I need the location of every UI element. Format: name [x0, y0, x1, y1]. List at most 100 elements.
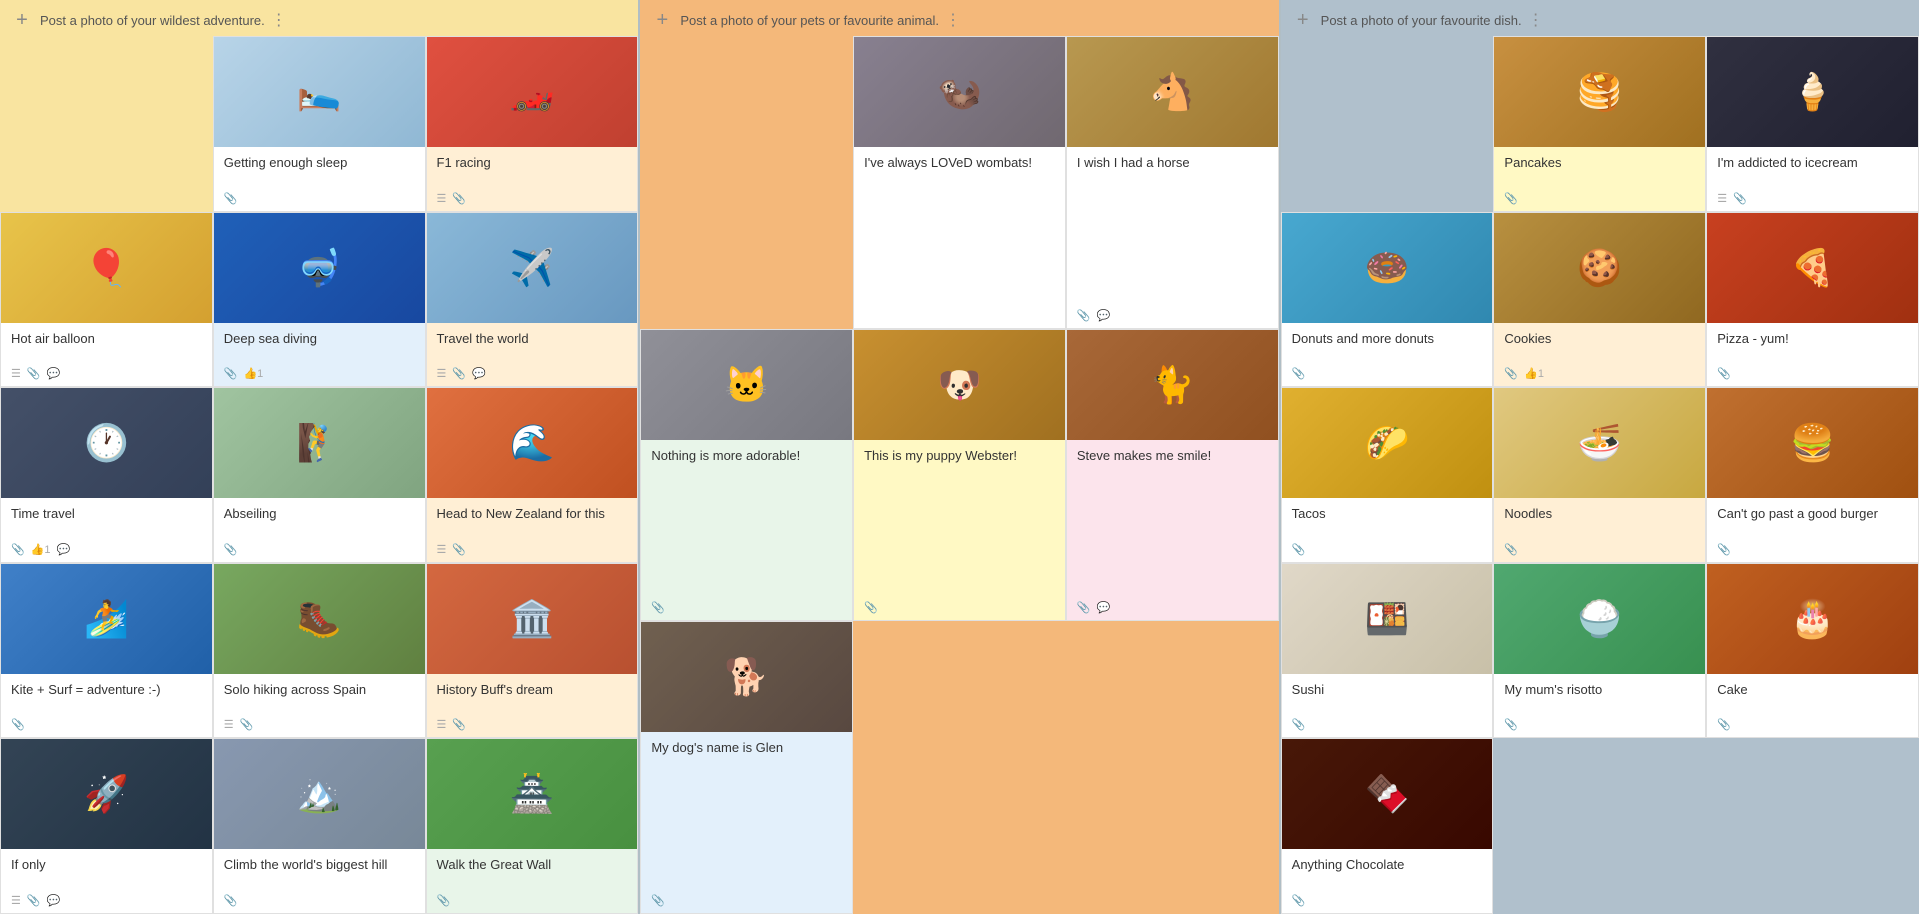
meta-icon[interactable]: ☰ [1717, 192, 1727, 205]
meta-icon[interactable]: 📎 [651, 894, 665, 907]
meta-icon[interactable]: 📎 [1717, 543, 1731, 556]
meta-icon[interactable]: 📎 [224, 367, 238, 380]
meta-icon[interactable]: 📎 [1504, 543, 1518, 556]
card[interactable]: 🎂Cake📎 [1706, 563, 1919, 739]
meta-icon[interactable]: 📎 [864, 601, 878, 614]
card[interactable]: 🏄Kite + Surf = adventure :-)📎 [0, 563, 213, 739]
card[interactable]: 🎈Hot air balloon☰📎💬 [0, 212, 213, 388]
card[interactable] [853, 621, 1066, 914]
meta-icon[interactable]: 📎 [452, 367, 466, 380]
meta-icon[interactable]: 📎 [11, 543, 25, 556]
card-meta: 📎 [1717, 543, 1908, 556]
meta-icon[interactable]: 📎 [1504, 718, 1518, 731]
card[interactable]: 🥞Pancakes📎 [1493, 36, 1706, 212]
card[interactable]: 🚀If only☰📎💬 [0, 738, 213, 914]
card[interactable]: 🛌Getting enough sleep📎 [213, 36, 426, 212]
meta-icon[interactable]: 📎 [1292, 894, 1306, 907]
card[interactable]: 🦦I've always LOVeD wombats! [853, 36, 1066, 329]
card[interactable]: 🤿Deep sea diving📎👍1 [213, 212, 426, 388]
meta-icon[interactable]: 💬 [47, 367, 61, 380]
meta-icon[interactable]: 📎 [1077, 601, 1091, 614]
meta-icon[interactable]: 💬 [57, 543, 71, 556]
card-meta: 📎 👍1 💬 [11, 543, 202, 556]
meta-icon[interactable]: 👍1 [1524, 367, 1544, 380]
card[interactable]: 🍫Anything Chocolate📎 [1281, 738, 1494, 914]
meta-icon[interactable]: 📎 [1504, 192, 1518, 205]
meta-icon[interactable]: 📎 [452, 543, 466, 556]
meta-icon[interactable]: 💬 [472, 367, 486, 380]
meta-icon[interactable]: ☰ [224, 718, 234, 731]
meta-icon[interactable]: 📎 [27, 367, 41, 380]
card[interactable]: 🕐Time travel📎👍1💬 [0, 387, 213, 563]
card[interactable]: 🏎️F1 racing☰📎 [426, 36, 639, 212]
meta-icon[interactable]: 📎 [224, 192, 238, 205]
meta-icon[interactable]: 📎 [1077, 309, 1091, 322]
card[interactable] [1493, 738, 1706, 914]
meta-icon[interactable]: 📎 [651, 601, 665, 614]
card[interactable]: 🍚My mum's risotto📎 [1493, 563, 1706, 739]
meta-icon[interactable]: 💬 [1097, 601, 1111, 614]
card-title: Getting enough sleep [224, 155, 415, 188]
meta-icon[interactable]: ☰ [437, 718, 447, 731]
meta-icon[interactable]: 📎 [437, 894, 451, 907]
card[interactable]: 🌮Tacos📎 [1281, 387, 1494, 563]
card[interactable]: 🏔️Climb the world's biggest hill📎 [213, 738, 426, 914]
card[interactable]: 🍱Sushi📎 [1281, 563, 1494, 739]
meta-icon[interactable]: ☰ [11, 367, 21, 380]
meta-icon[interactable]: 📎 [11, 718, 25, 731]
card[interactable]: 🐶This is my puppy Webster!📎 [853, 329, 1066, 622]
column-options-button[interactable]: ⋮ [945, 10, 961, 30]
card-image: 🤿 [214, 213, 425, 323]
meta-icon[interactable]: 📎 [224, 894, 238, 907]
card[interactable]: 🏛️History Buff's dream☰📎 [426, 563, 639, 739]
card[interactable] [1706, 738, 1919, 914]
column-add-button[interactable]: + [1291, 8, 1315, 32]
meta-icon[interactable]: 📎 [224, 543, 238, 556]
card[interactable]: 🐕My dog's name is Glen📎 [640, 621, 853, 914]
card[interactable]: 🍔Can't go past a good burger📎 [1706, 387, 1919, 563]
card-body: Time travel📎👍1💬 [1, 498, 212, 562]
column-add-button[interactable]: + [650, 8, 674, 32]
card[interactable]: 🐱Nothing is more adorable!📎 [640, 329, 853, 622]
card[interactable]: 🍩Donuts and more donuts📎 [1281, 212, 1494, 388]
meta-icon[interactable]: ☰ [437, 543, 447, 556]
meta-icon[interactable]: 📎 [1292, 718, 1306, 731]
card[interactable] [1066, 621, 1279, 914]
column-options-button[interactable]: ⋮ [1528, 10, 1544, 30]
card[interactable]: 🍜Noodles📎 [1493, 387, 1706, 563]
meta-icon[interactable]: 📎 [1292, 367, 1306, 380]
meta-icon[interactable]: 💬 [1097, 309, 1111, 322]
card[interactable]: 🥾Solo hiking across Spain☰📎 [213, 563, 426, 739]
card-title: Tacos [1292, 506, 1483, 539]
card[interactable]: ✈️Travel the world☰📎💬 [426, 212, 639, 388]
card[interactable]: 🍦I'm addicted to icecream☰📎 [1706, 36, 1919, 212]
card[interactable]: 🐴I wish I had a horse📎💬 [1066, 36, 1279, 329]
meta-icon[interactable]: 👍1 [31, 543, 51, 556]
meta-icon[interactable]: 📎 [1717, 367, 1731, 380]
card[interactable]: 🌊Head to New Zealand for this☰📎 [426, 387, 639, 563]
meta-icon[interactable]: 📎 [27, 894, 41, 907]
meta-icon[interactable]: 📎 [1292, 543, 1306, 556]
meta-icon[interactable]: 📎 [1733, 192, 1747, 205]
card[interactable] [1281, 36, 1494, 212]
meta-icon[interactable]: ☰ [437, 367, 447, 380]
meta-icon[interactable]: 📎 [452, 192, 466, 205]
meta-icon[interactable]: 📎 [452, 718, 466, 731]
card[interactable]: 🐈Steve makes me smile!📎💬 [1066, 329, 1279, 622]
meta-icon[interactable]: ☰ [437, 192, 447, 205]
card[interactable]: 🧗Abseiling📎 [213, 387, 426, 563]
meta-icon[interactable]: 👍1 [243, 367, 263, 380]
card[interactable] [640, 36, 853, 329]
meta-icon[interactable]: ☰ [11, 894, 21, 907]
meta-icon[interactable]: 📎 [1504, 367, 1518, 380]
column-options-button[interactable]: ⋮ [271, 10, 287, 30]
card[interactable] [0, 36, 213, 212]
card-image: 🐱 [641, 330, 852, 440]
meta-icon[interactable]: 💬 [47, 894, 61, 907]
card[interactable]: 🍪Cookies📎👍1 [1493, 212, 1706, 388]
card[interactable]: 🍕Pizza - yum!📎 [1706, 212, 1919, 388]
meta-icon[interactable]: 📎 [1717, 718, 1731, 731]
meta-icon[interactable]: 📎 [240, 718, 254, 731]
column-add-button[interactable]: + [10, 8, 34, 32]
card[interactable]: 🏯Walk the Great Wall📎 [426, 738, 639, 914]
